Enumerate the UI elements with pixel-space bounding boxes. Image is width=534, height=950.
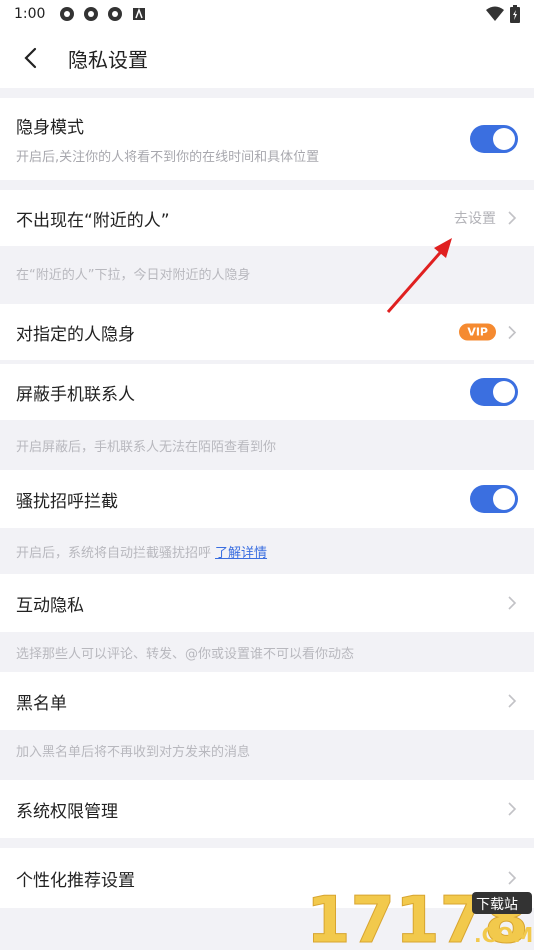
watermark-logo-icon: 17178 下载站 .COM [306,884,534,950]
block-contacts-hint: 开启屏蔽后，手机联系人无法在陌陌查看到你 [16,439,277,455]
chevron-right-icon [508,694,517,708]
harass-block-label: 骚扰招呼拦截 [16,491,118,512]
nearby-action: 去设置 [454,211,496,227]
page-title: 隐私设置 [68,47,148,72]
block-contacts-row: 屏蔽手机联系人 [0,364,534,420]
harass-block-hint: 开启后，系统将自动拦截骚扰招呼 了解详情 [0,528,534,574]
stealth-mode-row: 隐身模式 开启后,关注你的人将看不到你的在线时间和具体位置 [0,98,534,180]
blacklist-row[interactable]: 黑名单 [0,672,534,730]
learn-more-link[interactable]: 了解详情 [215,542,267,561]
interaction-privacy-label: 互动隐私 [16,595,84,616]
personalized-recommend-label: 个性化推荐设置 [16,870,135,891]
watermark-logo: 17178 下载站 .COM [306,880,534,950]
watermark-domain: .COM [474,923,533,947]
watermark-sub: 下载站 [476,897,518,913]
vip-badge: VIP [459,323,496,341]
stealth-mode-description: 开启后,关注你的人将看不到你的在线时间和具体位置 [16,150,320,165]
chevron-right-icon [508,596,517,610]
battery-icon [510,5,520,23]
block-contacts-toggle[interactable] [470,378,518,406]
chevron-right-icon [508,325,517,339]
block-contacts-label: 屏蔽手机联系人 [16,384,135,405]
specific-hide-row[interactable]: 对指定的人隐身 VIP [0,304,534,360]
status-time: 1:00 [14,6,46,22]
page-header: 隐私设置 [0,28,534,88]
back-button[interactable] [0,28,60,88]
system-permissions-label: 系统权限管理 [16,801,118,822]
stealth-mode-toggle[interactable] [470,125,518,153]
specific-hide-label: 对指定的人隐身 [16,324,135,345]
a-notification-icon [133,7,146,20]
wifi-icon [486,6,504,21]
system-permissions-row[interactable]: 系统权限管理 [0,780,534,838]
chevron-right-icon [508,802,517,816]
interaction-privacy-row[interactable]: 互动隐私 [0,574,534,632]
app-notification-icon [108,7,123,21]
blacklist-hint: 加入黑名单后将不再收到对方发来的消息 [16,744,251,760]
stealth-mode-label: 隐身模式 [16,118,84,138]
back-arrow-icon [24,47,37,69]
status-bar: 1:00 [0,0,534,28]
blacklist-label: 黑名单 [16,693,67,714]
nearby-row[interactable]: 不出现在“附近的人” 去设置 [0,190,534,246]
interaction-privacy-hint: 选择那些人可以评论、转发、@你或设置谁不可以看你动态 [16,646,355,662]
app-notification-icon [84,7,99,21]
nearby-label: 不出现在“附近的人” [16,210,170,231]
harass-block-hint-text: 开启后，系统将自动拦截骚扰招呼 [16,545,212,561]
harass-block-row: 骚扰招呼拦截 [0,470,534,528]
nearby-hint: 在“附近的人”下拉，今日对附近的人隐身 [16,267,251,283]
app-notification-icon [60,7,75,21]
harass-block-toggle[interactable] [470,485,518,513]
chevron-right-icon [508,211,517,225]
